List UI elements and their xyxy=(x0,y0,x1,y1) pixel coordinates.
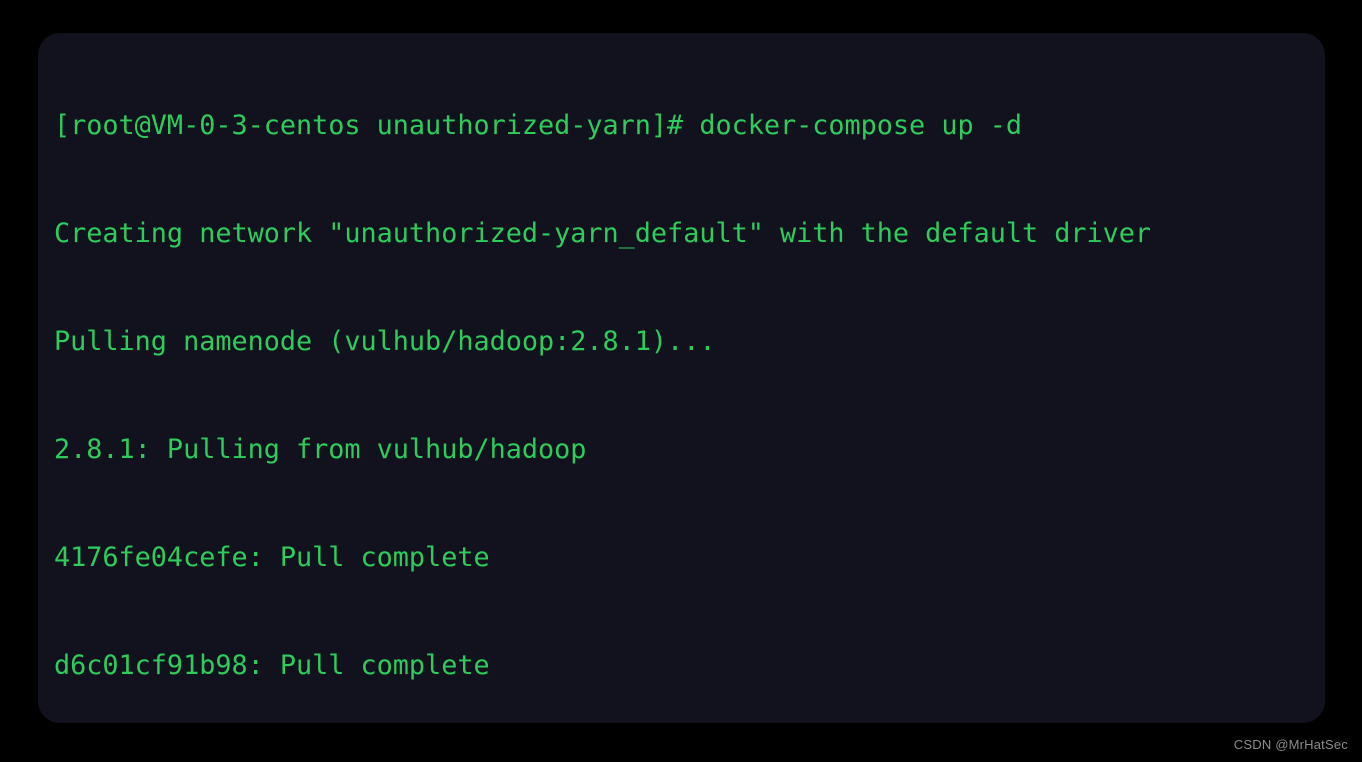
terminal-line-pulling-namenode: Pulling namenode (vulhub/hadoop:2.8.1)..… xyxy=(54,326,716,357)
terminal-line-prompt-command: [root@VM-0-3-centos unauthorized-yarn]# … xyxy=(54,110,1022,141)
terminal-window[interactable]: [root@VM-0-3-centos unauthorized-yarn]# … xyxy=(38,33,1325,723)
terminal-line-layer-2: d6c01cf91b98: Pull complete xyxy=(54,650,490,681)
terminal-line-pulling-from: 2.8.1: Pulling from vulhub/hadoop xyxy=(54,434,587,465)
terminal-line-creating-network: Creating network "unauthorized-yarn_defa… xyxy=(54,218,1152,249)
watermark: CSDN @MrHatSec xyxy=(1233,737,1348,752)
terminal-output[interactable]: [root@VM-0-3-centos unauthorized-yarn]# … xyxy=(54,36,1325,723)
terminal-line-layer-1: 4176fe04cefe: Pull complete xyxy=(54,542,490,573)
